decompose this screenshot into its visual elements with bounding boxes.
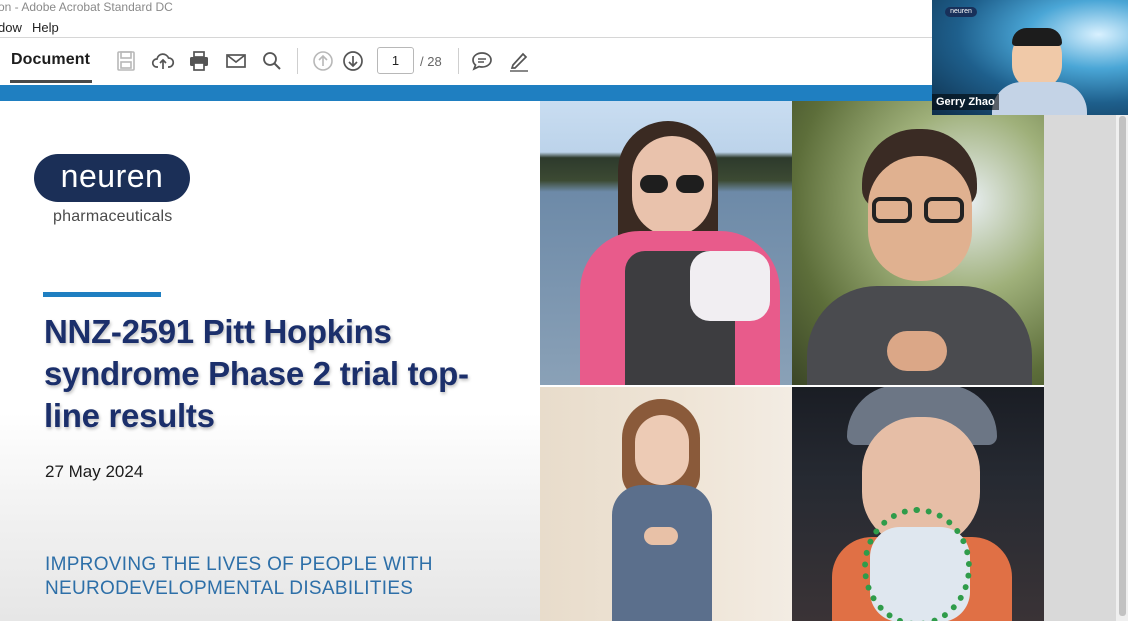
prev-page-icon[interactable]	[310, 48, 336, 74]
print-icon[interactable]	[186, 48, 212, 74]
neuren-logo: neuren	[34, 154, 190, 202]
title-accent-line	[43, 292, 161, 297]
email-icon[interactable]	[223, 48, 249, 74]
toolbar-separator	[297, 48, 298, 74]
photo-boy-glasses	[792, 101, 1044, 385]
slide-date: 27 May 2024	[45, 462, 144, 481]
toolbar-separator	[458, 48, 459, 74]
photo-girl-life-vest	[540, 101, 792, 385]
page-number-input[interactable]: 1	[377, 47, 414, 74]
highlight-pen-icon[interactable]	[506, 48, 532, 74]
menu-item-window[interactable]: dow	[0, 20, 22, 35]
scrollbar-thumb[interactable]	[1119, 116, 1126, 616]
upload-cloud-icon[interactable]	[150, 48, 176, 74]
participant-name: Gerry Zhao	[932, 94, 999, 110]
photo-boy-cap	[792, 387, 1044, 621]
tab-document[interactable]: Document	[11, 51, 90, 69]
photo-girl-denim-dress	[540, 387, 792, 621]
next-page-icon[interactable]	[340, 48, 366, 74]
video-neuren-logo: neuren	[945, 7, 977, 17]
acrobat-window: on - Adobe Acrobat Standard DC dow Help …	[0, 0, 1128, 621]
search-icon[interactable]	[259, 48, 285, 74]
save-icon[interactable]	[113, 48, 139, 74]
menu-item-help[interactable]: Help	[32, 20, 59, 35]
logo-subtitle: pharmaceuticals	[53, 208, 173, 225]
comment-icon[interactable]	[469, 48, 495, 74]
tab-document-underline	[10, 80, 92, 83]
slide-title: NNZ-2591 Pitt Hopkins syndrome Phase 2 t…	[44, 313, 469, 434]
page-total: / 28	[420, 54, 442, 69]
window-title: on - Adobe Acrobat Standard DC	[0, 0, 173, 14]
slide-page: neuren pharmaceuticals NNZ-2591 Pitt Hop…	[0, 101, 1044, 621]
slide-tagline: IMPROVING THE LIVES OF PEOPLE WITH NEURO…	[45, 554, 433, 599]
